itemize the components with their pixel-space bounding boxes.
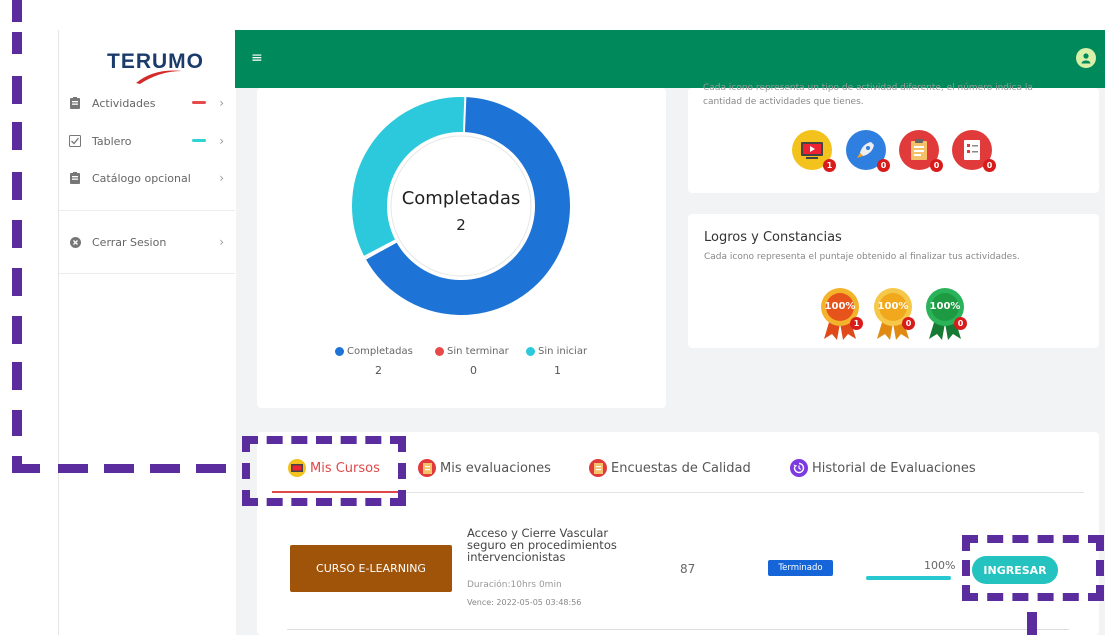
activity-types-card: Cada icono representa un tipo de activid…	[688, 83, 1099, 193]
chart-center-value: 2	[456, 216, 466, 234]
close-circle-icon	[68, 235, 82, 249]
chevron-right-icon: ›	[219, 235, 224, 249]
medal-label: 100%	[929, 301, 961, 312]
annotation-line	[1027, 612, 1037, 635]
chevron-right-icon: ›	[219, 134, 224, 148]
annotation-line	[150, 464, 180, 473]
legend-swatch	[526, 347, 535, 356]
achievements-description: Cada icono representa el puntaje obtenid…	[704, 252, 1020, 262]
annotation-line	[12, 316, 22, 344]
legend-item: Sin terminar	[435, 346, 509, 357]
progress-chart-card: Completadas 2	[257, 88, 666, 408]
annotation-line	[12, 32, 22, 54]
sidebar-item-catalogo[interactable]: Catálogo opcional ›	[68, 168, 228, 188]
survey-icon	[418, 459, 436, 477]
status-badge: Terminado	[768, 560, 833, 576]
tab-label: Encuestas de Calidad	[611, 460, 751, 476]
achievements-title: Logros y Constancias	[704, 230, 842, 245]
medal-count-badge: 0	[954, 317, 967, 330]
course-type-button[interactable]: CURSO E-LEARNING	[290, 545, 452, 592]
clipboard-icon	[68, 96, 82, 110]
activity-count-badge: 0	[877, 159, 890, 172]
legend-label: Sin terminar	[447, 346, 509, 357]
sidebar	[58, 30, 235, 635]
tab-historial-de-evaluaciones[interactable]: Historial de Evaluaciones	[790, 456, 976, 480]
medal-icon[interactable]: 100%	[818, 287, 862, 341]
chart-center-label: Completadas	[401, 188, 521, 209]
legend-item: Sin iniciar	[526, 346, 587, 357]
course-score: 87	[680, 562, 696, 576]
course-title: Acceso y Cierre Vascular seguro en proce…	[467, 526, 617, 564]
activity-count-badge: 1	[823, 159, 836, 172]
course-duration: Duración:10hrs 0min	[467, 580, 562, 590]
activity-description: cantidad de actividades que tienes.	[703, 97, 864, 107]
chevron-right-icon: ›	[219, 96, 224, 110]
activity-count-badge: 0	[930, 159, 943, 172]
clipboard-icon	[68, 171, 82, 185]
sidebar-item-actividades[interactable]: Actividades ›	[68, 93, 228, 113]
legend-swatch	[435, 347, 444, 356]
medal-icon[interactable]: 100%	[871, 287, 915, 341]
medal-count-badge: 0	[902, 317, 915, 330]
user-icon[interactable]	[1076, 48, 1096, 68]
annotation-line	[196, 464, 226, 473]
legend-item: Completadas	[335, 346, 413, 357]
annotation-line	[12, 172, 22, 200]
sidebar-item-label: Catálogo opcional	[92, 171, 191, 185]
activity-count-badge: 0	[983, 159, 996, 172]
logo-swoosh-icon	[136, 70, 182, 84]
history-icon	[790, 459, 808, 477]
annotation-line	[12, 362, 22, 390]
hamburger-icon[interactable]: ≡	[251, 50, 263, 66]
sidebar-divider	[59, 273, 235, 274]
tab-encuestas-de-calidad[interactable]: Encuestas de Calidad	[589, 456, 751, 480]
annotation-line	[12, 220, 22, 248]
medal-icon[interactable]: 100%	[923, 287, 967, 341]
top-navbar	[235, 30, 1105, 88]
annotation-line	[12, 268, 22, 296]
tab-mis-evaluaciones[interactable]: Mis evaluaciones	[418, 456, 551, 480]
medal-count-badge: 1	[850, 317, 863, 330]
annotation-line	[12, 76, 22, 104]
highlight-box-ingresar	[962, 535, 1104, 601]
legend-label: Completadas	[347, 346, 413, 357]
sidebar-item-tablero[interactable]: Tablero ›	[68, 131, 228, 151]
checklist-icon	[68, 134, 82, 148]
activity-description: Cada icono representa un tipo de activid…	[703, 83, 1033, 93]
annotation-line	[12, 464, 40, 473]
annotation-line	[12, 0, 22, 22]
logo: TERUMO	[58, 30, 235, 88]
survey-icon	[589, 459, 607, 477]
medal-label: 100%	[877, 301, 909, 312]
annotation-line	[12, 410, 22, 436]
sidebar-item-label: Cerrar Sesion	[92, 235, 167, 249]
legend-swatch	[335, 347, 344, 356]
progress-percent: 100%	[924, 559, 956, 572]
sidebar-divider	[59, 210, 235, 211]
sidebar-item-cerrar-sesion[interactable]: Cerrar Sesion ›	[68, 232, 228, 252]
sidebar-item-label: Actividades	[92, 96, 156, 110]
chevron-right-icon: ›	[219, 171, 224, 185]
legend-value: 0	[470, 364, 477, 377]
progress-bar	[866, 576, 951, 580]
course-due-date: Vence: 2022-05-05 03:48:56	[467, 598, 582, 607]
legend-value: 2	[375, 364, 382, 377]
progress-bar-fill	[866, 576, 951, 580]
annotation-line	[58, 464, 88, 473]
notification-indicator	[192, 101, 206, 104]
annotation-line	[12, 122, 22, 150]
highlight-box-mis-cursos	[242, 436, 406, 506]
legend-value: 1	[554, 364, 561, 377]
tab-label: Mis evaluaciones	[440, 460, 551, 476]
notification-indicator	[192, 139, 206, 142]
donut-chart	[350, 95, 572, 317]
sidebar-item-label: Tablero	[92, 134, 132, 148]
tab-label: Historial de Evaluaciones	[812, 460, 976, 476]
annotation-line	[104, 464, 134, 473]
legend-label: Sin iniciar	[538, 346, 588, 357]
row-divider	[287, 629, 1069, 630]
medal-label: 100%	[824, 301, 856, 312]
